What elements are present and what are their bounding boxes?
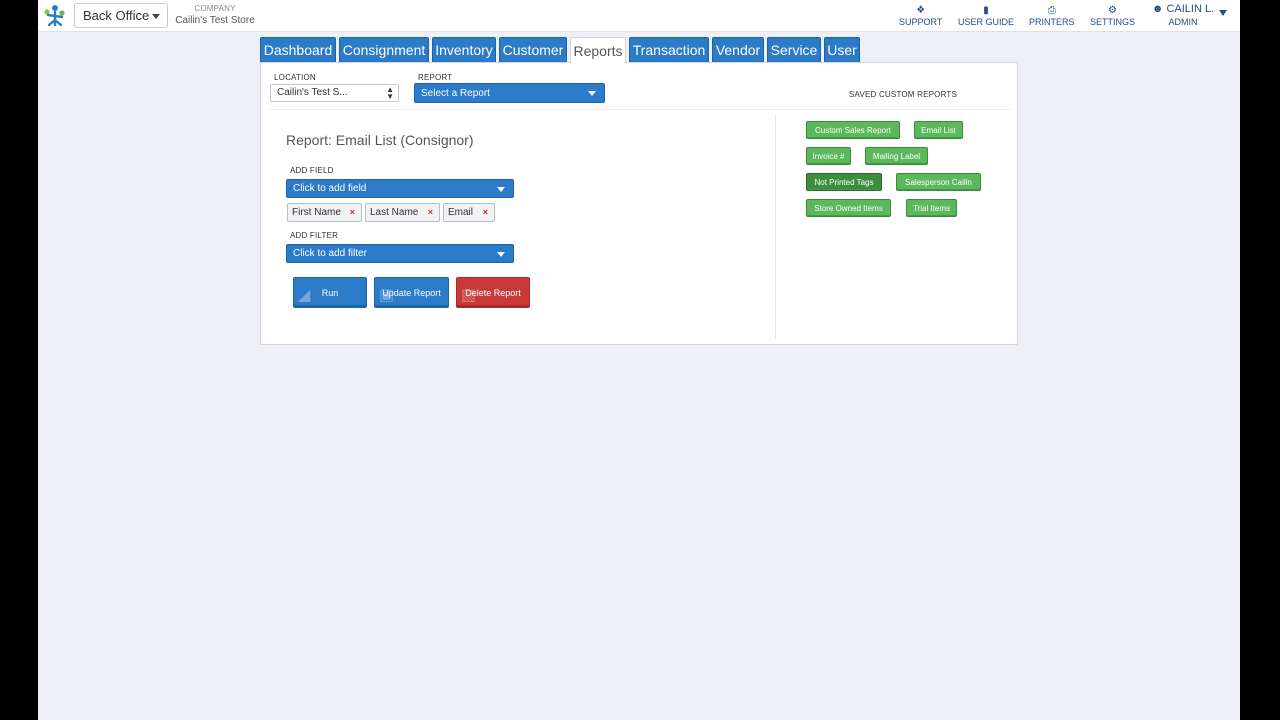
report-title: Report: Email List (Consignor) <box>286 132 474 148</box>
chevron-down-icon <box>152 14 160 19</box>
saved-report-mailing-label[interactable]: Mailing Label <box>865 147 928 165</box>
chevron-down-icon <box>497 187 505 192</box>
add-filter-label: ADD FILTER <box>290 231 339 240</box>
tab-transaction[interactable]: Transaction <box>629 37 709 62</box>
saved-report-label: Custom Sales Report <box>814 125 892 135</box>
saved-report-invoice[interactable]: Invoice # <box>806 147 851 165</box>
office-select-value: Back Office <box>83 8 150 23</box>
add-filter-select[interactable]: Click to add filter <box>286 244 514 263</box>
company-logo-icon[interactable] <box>42 3 68 29</box>
location-select-value: Cailin's Test S... <box>277 87 348 98</box>
field-chip-label: Last Name <box>370 207 419 218</box>
book-icon: ▮ <box>983 5 989 16</box>
tab-reports[interactable]: Reports <box>570 37 626 63</box>
delete-report-button[interactable]: ▧ Delete Report <box>456 277 530 308</box>
tab-vendor[interactable]: Vendor <box>712 37 764 62</box>
add-field-placeholder: Click to add field <box>293 183 367 194</box>
printers-link[interactable]: ⎙ PRINTERS <box>1029 5 1075 27</box>
remove-icon[interactable]: × <box>483 207 488 217</box>
office-select[interactable]: Back Office <box>74 3 168 28</box>
user-menu-caret-icon[interactable] <box>1219 10 1227 16</box>
location-select[interactable]: Cailin's Test S... ▲ ▼ <box>270 84 399 102</box>
tab-label: Consignment <box>342 42 426 58</box>
saved-report-not-printed-tags[interactable]: Not Printed Tags <box>806 173 882 191</box>
user-menu[interactable]: ☻ CAILIN L. ADMIN <box>1148 3 1218 27</box>
report-select[interactable]: Select a Report <box>414 83 605 103</box>
field-chip-label: First Name <box>292 207 341 218</box>
app-window: Back Office COMPANY Cailin's Test Store … <box>38 0 1240 720</box>
field-chip-first-name: First Name × <box>287 203 362 222</box>
saved-report-label: Not Printed Tags <box>814 177 874 187</box>
user-role: ADMIN <box>1168 17 1198 27</box>
tab-customer[interactable]: Customer <box>499 37 567 62</box>
tab-user[interactable]: User <box>824 37 860 62</box>
run-button[interactable]: ◢ Run <box>293 277 367 308</box>
tab-label: Customer <box>502 42 564 58</box>
chevron-down-icon <box>588 91 596 96</box>
saved-reports-title: SAVED CUSTOM REPORTS <box>849 90 958 99</box>
company-label: COMPANY <box>194 4 236 13</box>
user-name: CAILIN L. <box>1166 3 1215 15</box>
user-guide-link-label: USER GUIDE <box>958 17 1015 27</box>
add-field-label: ADD FIELD <box>290 166 334 175</box>
report-select-placeholder: Select a Report <box>421 87 490 99</box>
add-field-select[interactable]: Click to add field <box>286 179 514 198</box>
printer-icon: ⎙ <box>1047 5 1056 16</box>
top-header: Back Office COMPANY Cailin's Test Store … <box>38 0 1240 32</box>
chart-watermark-icon: ◢ <box>298 287 311 304</box>
field-chip-label: Email <box>448 207 474 218</box>
delete-report-button-label: Delete Report <box>465 287 521 298</box>
user-guide-link[interactable]: ▮ USER GUIDE <box>958 5 1014 27</box>
printers-link-label: PRINTERS <box>1029 17 1075 27</box>
saved-report-label: Email List <box>921 125 956 135</box>
saved-report-store-owned-items[interactable]: Store Owned Items <box>806 199 891 217</box>
tab-dashboard[interactable]: Dashboard <box>260 37 336 62</box>
field-chip-email: Email × <box>443 203 495 222</box>
saved-report-label: Mailing Label <box>872 151 921 161</box>
chevron-down-icon <box>497 252 505 257</box>
add-filter-placeholder: Click to add filter <box>293 248 367 259</box>
saved-report-label: Invoice # <box>812 151 845 161</box>
tab-label: Service <box>770 42 818 58</box>
tab-label: User <box>827 42 857 58</box>
location-label: LOCATION <box>274 73 316 82</box>
tab-label: Reports <box>573 42 623 59</box>
tab-label: Dashboard <box>263 42 333 58</box>
support-link-label: SUPPORT <box>899 17 943 27</box>
remove-icon[interactable]: × <box>428 207 433 217</box>
remove-icon[interactable]: × <box>350 207 355 217</box>
saved-report-custom-sales[interactable]: Custom Sales Report <box>806 121 900 139</box>
reports-panel: LOCATION Cailin's Test S... ▲ ▼ REPORT Se… <box>260 62 1018 345</box>
update-report-button[interactable]: ▣ Update Report <box>374 277 449 308</box>
gear-icon: ⚙ <box>1108 5 1117 16</box>
tab-label: Vendor <box>715 42 761 58</box>
divider <box>270 109 1010 110</box>
ticket-icon: ❖ <box>916 5 926 16</box>
divider <box>775 115 776 339</box>
tab-service[interactable]: Service <box>767 37 821 62</box>
select-arrows-icon: ▲ ▼ <box>386 85 394 101</box>
tab-label: Inventory <box>435 42 493 58</box>
tab-inventory[interactable]: Inventory <box>432 37 496 62</box>
saved-report-label: Store Owned Items <box>814 203 883 213</box>
support-link[interactable]: ❖ SUPPORT <box>899 5 942 27</box>
company-name: Cailin's Test Store <box>175 15 255 26</box>
update-report-button-label: Update Report <box>382 287 441 298</box>
field-chip-last-name: Last Name × <box>365 203 440 222</box>
run-button-label: Run <box>321 287 339 298</box>
report-label: REPORT <box>418 73 453 82</box>
settings-link-label: SETTINGS <box>1090 17 1136 27</box>
saved-report-trial-items[interactable]: Trial Items <box>906 199 957 217</box>
saved-report-label: Trial Items <box>912 203 951 213</box>
company-info: COMPANY Cailin's Test Store <box>174 4 256 26</box>
saved-report-email-list[interactable]: Email List <box>914 121 963 139</box>
saved-report-label: Salesperson Cailin <box>905 177 972 187</box>
saved-report-salesperson-cailin[interactable]: Salesperson Cailin <box>896 173 981 191</box>
user-icon: ☻ <box>1151 3 1164 15</box>
tab-label: Transaction <box>632 42 706 58</box>
tab-consignment[interactable]: Consignment <box>339 37 429 62</box>
settings-link[interactable]: ⚙ SETTINGS <box>1090 5 1135 27</box>
